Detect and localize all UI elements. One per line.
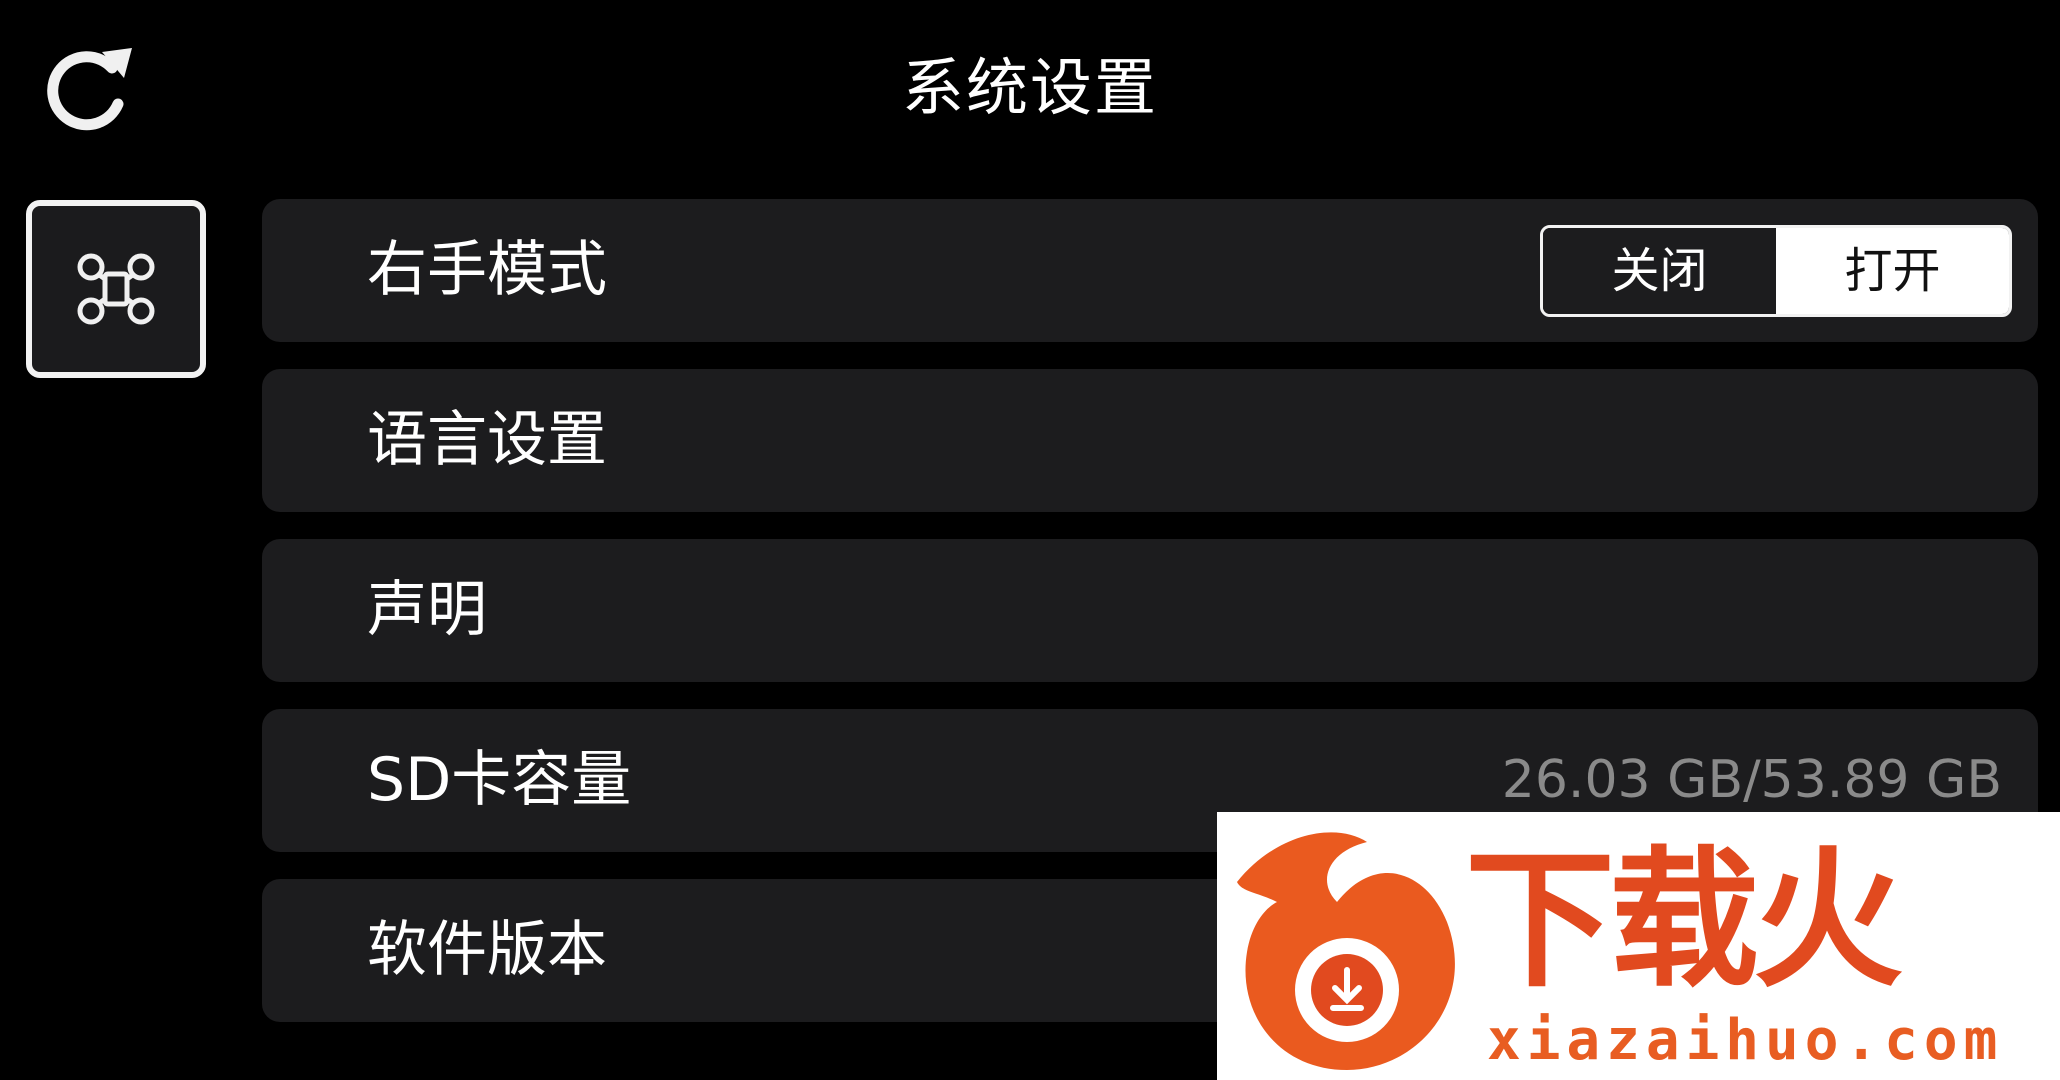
setting-row-language[interactable]: 语言设置 — [262, 369, 2038, 512]
toggle-on-option[interactable]: 打开 — [1776, 228, 2009, 314]
language-label: 语言设置 — [367, 405, 607, 475]
right-hand-mode-label: 右手模式 — [367, 235, 607, 305]
watermark-brand: 下载火 — [1465, 834, 1903, 1008]
side-nav-aircraft-button[interactable] — [26, 200, 206, 378]
setting-row-statement[interactable]: 声明 — [262, 539, 2038, 682]
sd-card-label: SD卡容量 — [367, 745, 632, 815]
page-title: 系统设置 — [901, 51, 1158, 124]
watermark-url: xiazaihuo.com — [1487, 1008, 2004, 1073]
statement-label: 声明 — [367, 575, 487, 645]
toggle-off-option[interactable]: 关闭 — [1543, 228, 1776, 314]
software-version-label: 软件版本 — [367, 915, 607, 985]
right-hand-mode-toggle[interactable]: 关闭 打开 — [1540, 225, 2012, 317]
drone-icon — [77, 253, 155, 325]
watermark-logo: 下载火 xiazaihuo.com — [1217, 812, 2060, 1080]
setting-row-right-hand-mode: 右手模式 关闭 打开 — [262, 199, 2038, 342]
